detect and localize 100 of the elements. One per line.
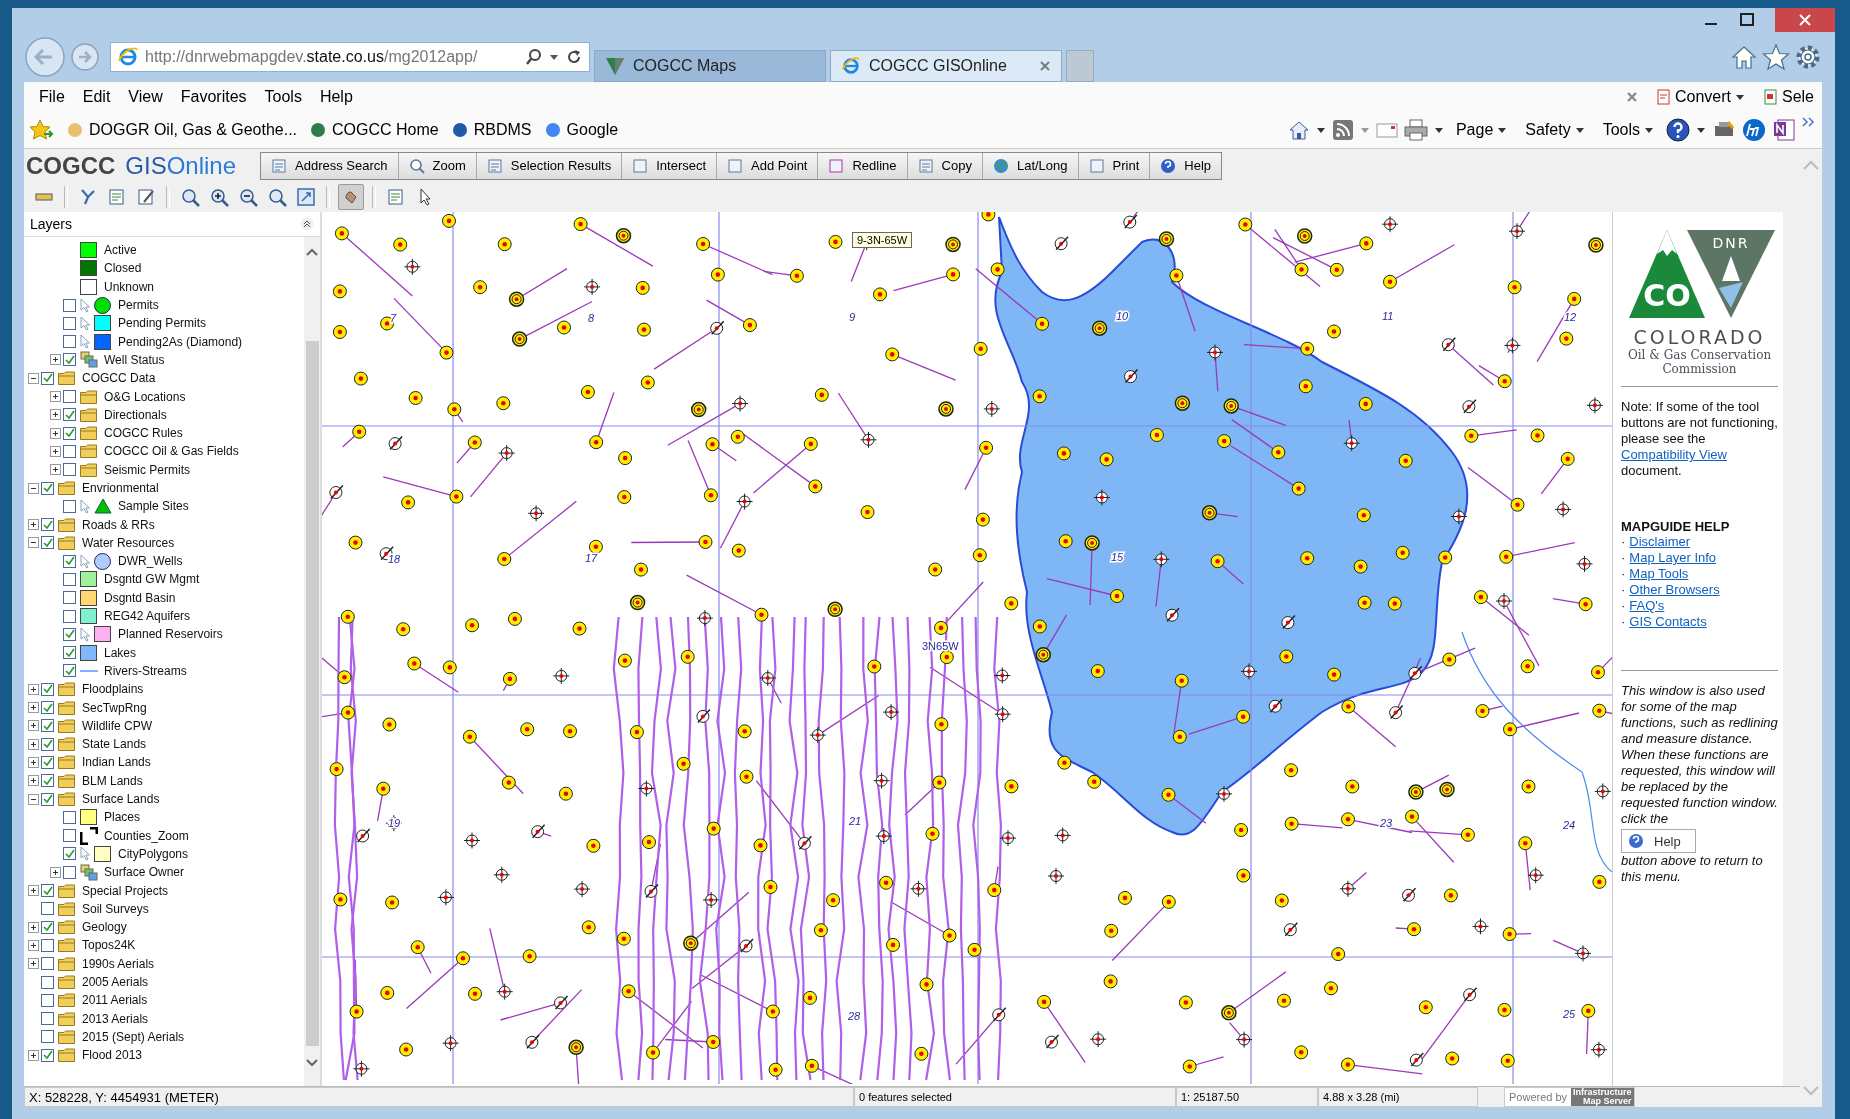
toolbar-button[interactable]: Intersect: [622, 152, 718, 179]
address-field[interactable]: http://dnrwebmapgdev.state.co.us/mg2012app/: [110, 42, 590, 72]
layer-label[interactable]: Sample Sites: [118, 499, 189, 514]
layer-label[interactable]: Pending2As (Diamond): [118, 334, 243, 349]
menu-item[interactable]: Favorites: [173, 86, 254, 108]
layer-label[interactable]: Dsgntd Basin: [104, 590, 176, 605]
help-link[interactable]: Other Browsers: [1629, 582, 1720, 598]
menu-item[interactable]: File: [32, 86, 72, 108]
menu-item[interactable]: View: [121, 86, 170, 108]
section-number: 25: [1563, 1008, 1576, 1020]
layer-label[interactable]: Surface Lands: [82, 792, 160, 807]
layer-label[interactable]: Lakes: [104, 645, 137, 660]
layer-label[interactable]: Special Projects: [82, 883, 169, 898]
toolbar-button[interactable]: Help: [1150, 152, 1222, 179]
window-note: This window is also used for some of the map functions, such as redlining and measure distance. When these functions are requested, this window will be replaced by the requested function window. click the: [1621, 683, 1778, 827]
layer-label[interactable]: Directionals: [104, 407, 167, 422]
layer-label[interactable]: Rivers-Streams: [104, 663, 187, 678]
map-tooltip: 9-3N-65W: [852, 232, 913, 248]
extent-text: 4.88 x 3.28 (mi): [1318, 1087, 1478, 1107]
layer-label[interactable]: REG42 Aquifers: [104, 609, 191, 624]
layer-label[interactable]: Planned Reservoirs: [118, 627, 223, 642]
layer-label[interactable]: Flood 2013: [82, 1048, 143, 1063]
layer-label[interactable]: SecTwpRng: [82, 700, 147, 715]
layer-label[interactable]: DWR_Wells: [118, 554, 183, 569]
favorite-link[interactable]: RBDMS: [450, 121, 532, 139]
layer-label[interactable]: 2005 Aerials: [82, 975, 149, 989]
favorite-link[interactable]: Google: [543, 121, 619, 139]
layer-label[interactable]: Envrionmental: [82, 481, 159, 495]
toolbar-button[interactable]: Print: [1078, 152, 1151, 179]
layer-label[interactable]: Seismic Permits: [104, 462, 190, 477]
app-logo: COGCC GISOnline: [26, 151, 237, 180]
layer-label[interactable]: BLM Lands: [82, 773, 143, 788]
section-number: 21: [849, 815, 862, 827]
layer-label[interactable]: CityPolygons: [118, 846, 189, 861]
organization-name: COLORADO: [1632, 326, 1767, 348]
layer-label[interactable]: O&G Locations: [104, 389, 186, 404]
section-number: 23: [1380, 817, 1393, 829]
panel-title: Layers: [30, 216, 73, 232]
section-number: 9: [849, 311, 856, 323]
browser-tab[interactable]: COGCC GISOnline: [830, 50, 1062, 82]
help-link[interactable]: GIS Contacts: [1629, 614, 1707, 630]
toolbar-button[interactable]: Copy: [907, 152, 983, 179]
help-link[interactable]: FAQ's: [1629, 598, 1665, 614]
layer-label[interactable]: Water Resources: [82, 535, 175, 550]
menu-item[interactable]: Edit: [75, 86, 118, 108]
layer-label[interactable]: Soil Surveys: [82, 901, 149, 916]
layer-label[interactable]: Wildlife CPW: [82, 718, 152, 733]
layer-label[interactable]: Surface Owner: [104, 865, 185, 880]
menu-item[interactable]: Tools: [257, 86, 309, 108]
layer-label[interactable]: 2011 Aerials: [82, 993, 148, 1008]
selection-status: 0 features selected: [854, 1087, 1176, 1107]
layer-label[interactable]: Places: [104, 810, 141, 825]
layer-label[interactable]: Topos24K: [82, 938, 136, 953]
section-number: 19: [388, 817, 401, 829]
layer-label[interactable]: 1990s Aerials: [82, 956, 155, 971]
compatibility-link[interactable]: Compatibility View: [1621, 447, 1727, 462]
coordinates-text: X: 528228, Y: 4454931 (METER): [24, 1087, 854, 1107]
addon-button[interactable]: Convert: [1655, 88, 1731, 106]
layer-label[interactable]: 2015 (Sept) Aerials: [82, 1029, 185, 1044]
command-menu[interactable]: Tools: [1602, 121, 1654, 139]
bullet: ·: [1621, 566, 1626, 582]
organization-subtitle: Commission: [1661, 362, 1738, 376]
layer-label[interactable]: COGCC Oil & Gas Fields: [104, 444, 239, 459]
section-number: 8: [588, 312, 595, 324]
toolbar-button[interactable]: Selection Results: [476, 152, 623, 179]
favorite-link[interactable]: DOGGR Oil, Gas & Geothe...: [66, 121, 298, 139]
bullet: ·: [1621, 534, 1626, 550]
layer-label[interactable]: Indian Lands: [82, 755, 151, 770]
layer-label[interactable]: 2013 Aerials: [82, 1011, 149, 1026]
layer-label[interactable]: Pending Permits: [118, 316, 207, 331]
layer-label[interactable]: Dsgntd GW Mgmt: [104, 572, 200, 587]
favorite-link[interactable]: COGCC Home: [309, 121, 439, 139]
layer-label[interactable]: Roads & RRs: [82, 517, 155, 532]
layer-label[interactable]: Geology: [82, 920, 127, 935]
layer-label[interactable]: Well Status: [104, 352, 165, 367]
toolbar-button[interactable]: Zoom: [398, 152, 477, 179]
browser-tab[interactable]: COGCC Maps: [594, 50, 826, 82]
layer-label[interactable]: COGCC Data: [82, 371, 156, 386]
layer-label[interactable]: Closed: [104, 261, 142, 276]
layer-label[interactable]: Unknown: [104, 279, 155, 294]
command-menu[interactable]: Safety: [1525, 121, 1585, 139]
menu-item[interactable]: Help: [312, 86, 360, 108]
help-button[interactable]: Help: [1621, 829, 1696, 853]
layer-label[interactable]: COGCC Rules: [104, 426, 183, 441]
section-number: 28: [848, 1010, 861, 1022]
command-menu[interactable]: Page: [1455, 121, 1508, 139]
layer-label[interactable]: Floodplains: [82, 682, 144, 697]
toolbar-button[interactable]: Redline: [818, 152, 908, 179]
toolbar-button[interactable]: Add Point: [717, 152, 819, 179]
addon-button[interactable]: Sele: [1762, 88, 1814, 106]
layer-label[interactable]: Permits: [118, 298, 159, 313]
help-link[interactable]: Disclaimer: [1629, 534, 1690, 550]
help-link[interactable]: Map Layer Info: [1629, 550, 1717, 566]
toolbar-button[interactable]: Address Search: [261, 152, 399, 179]
layer-label[interactable]: State Lands: [82, 737, 147, 752]
layer-label[interactable]: Active: [104, 243, 137, 258]
help-link[interactable]: Map Tools: [1629, 566, 1689, 582]
layer-label[interactable]: Counties_Zoom: [104, 828, 189, 843]
section-number: 12: [1564, 311, 1577, 323]
toolbar-button[interactable]: Lat/Long: [982, 152, 1079, 179]
